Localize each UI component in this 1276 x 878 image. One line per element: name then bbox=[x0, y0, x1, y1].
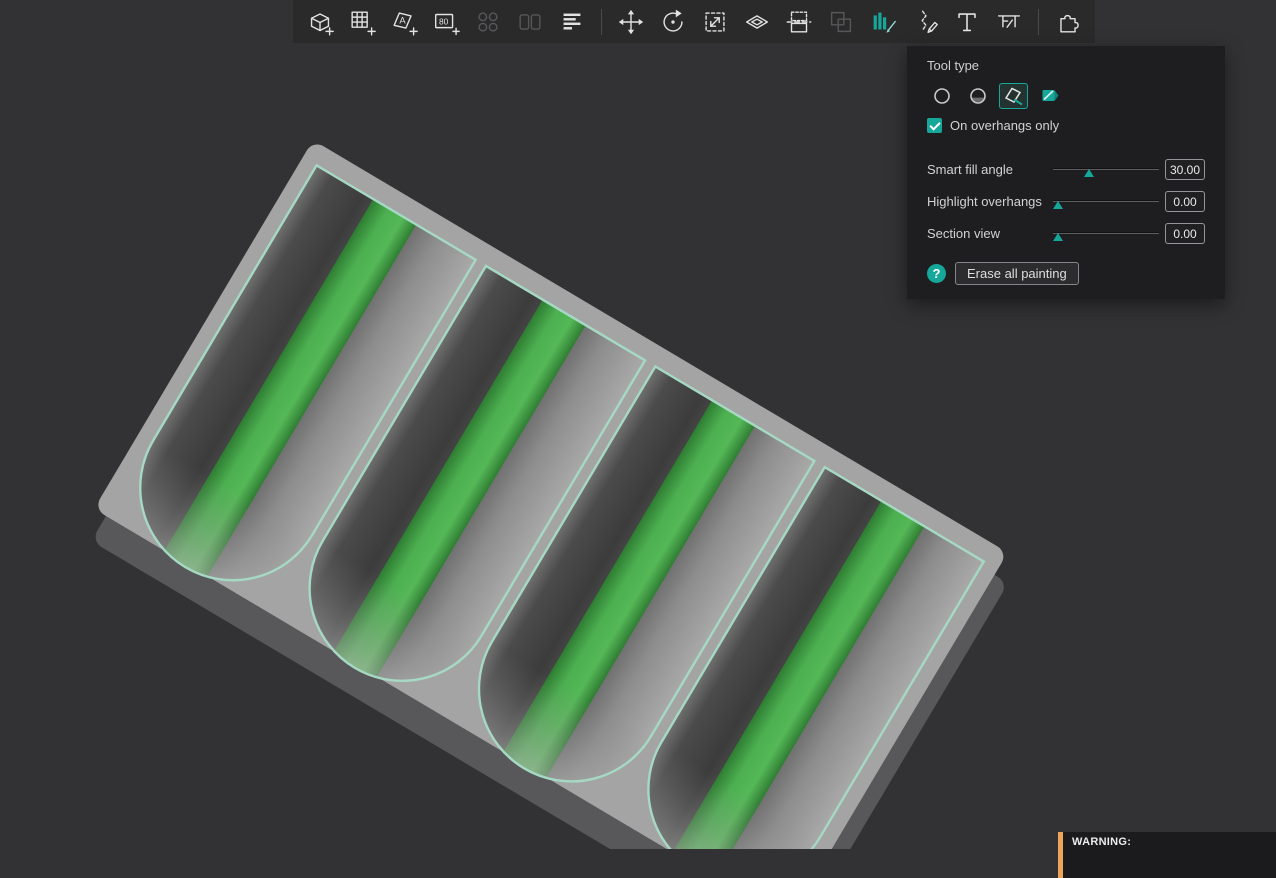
toolbar-separator bbox=[601, 8, 602, 35]
warning-toast[interactable]: WARNING: bbox=[1058, 832, 1276, 878]
model-tray bbox=[95, 144, 1004, 849]
add-image-icon: 80 bbox=[434, 13, 460, 35]
smart-fill-tool-icon bbox=[1004, 87, 1023, 106]
paint-supports-icon bbox=[873, 12, 896, 33]
seam-painting-icon bbox=[921, 10, 938, 33]
puzzle-icon bbox=[1060, 14, 1079, 33]
slider-thumb[interactable] bbox=[1053, 233, 1064, 241]
on-overhangs-only-label: On overhangs only bbox=[950, 118, 1060, 133]
split-objects-button[interactable] bbox=[513, 5, 547, 39]
paint-supports-button[interactable] bbox=[866, 5, 900, 39]
measure-button[interactable] bbox=[992, 5, 1026, 39]
highlight-overhangs-row: Highlight overhangs 0.00 bbox=[927, 191, 1205, 212]
cut-icon bbox=[786, 10, 812, 33]
rotate-icon bbox=[663, 9, 683, 32]
add-image-button[interactable]: 80 bbox=[429, 5, 463, 39]
circle-tool-button[interactable] bbox=[927, 83, 956, 109]
seam-painting-button[interactable] bbox=[908, 5, 942, 39]
place-on-face-icon bbox=[745, 14, 769, 29]
variable-layer-height-button[interactable] bbox=[555, 5, 589, 39]
section-view-label: Section view bbox=[927, 226, 1000, 241]
tool-type-label: Tool type bbox=[927, 58, 980, 73]
mirror-icon bbox=[830, 11, 852, 32]
help-button[interactable]: ? bbox=[927, 264, 946, 283]
scale-button[interactable] bbox=[698, 5, 732, 39]
measure-icon bbox=[997, 14, 1021, 28]
section-view-value[interactable]: 0.00 bbox=[1165, 223, 1205, 244]
smart-fill-angle-value[interactable]: 30.00 bbox=[1165, 159, 1205, 180]
plugins-button[interactable] bbox=[1051, 5, 1085, 39]
layers-icon bbox=[563, 13, 581, 29]
smart-fill-tool-button[interactable] bbox=[999, 83, 1028, 109]
smart-fill-angle-row: Smart fill angle 30.00 bbox=[927, 159, 1205, 180]
grid-plus-icon bbox=[351, 10, 376, 36]
warning-label: WARNING: bbox=[1072, 836, 1132, 848]
highlight-overhangs-label: Highlight overhangs bbox=[927, 194, 1042, 209]
scale-icon bbox=[705, 11, 725, 32]
add-text-button[interactable]: A bbox=[387, 5, 421, 39]
panel-footer: ? Erase all painting bbox=[927, 262, 1205, 285]
smart-fill-angle-slider[interactable] bbox=[1053, 162, 1159, 177]
paint-tool-panel: Tool type On overhangs only Smart fill a… bbox=[907, 46, 1225, 299]
highlight-overhangs-slider[interactable] bbox=[1053, 194, 1159, 209]
slider-track bbox=[1053, 200, 1159, 202]
cut-button[interactable] bbox=[782, 5, 816, 39]
sphere-tool-icon bbox=[969, 88, 986, 104]
split-icon bbox=[519, 13, 541, 30]
mirror-button[interactable] bbox=[824, 5, 858, 39]
on-overhangs-only-row[interactable]: On overhangs only bbox=[927, 118, 1205, 133]
smart-fill-angle-label: Smart fill angle bbox=[927, 162, 1013, 177]
slider-track bbox=[1053, 232, 1159, 234]
bucket-fill-tool-icon bbox=[1042, 90, 1058, 101]
top-toolbar: A 80 bbox=[293, 0, 1095, 43]
svg-text:80: 80 bbox=[439, 16, 449, 26]
svg-text:A: A bbox=[399, 15, 406, 25]
add-text-icon: A bbox=[393, 11, 418, 36]
slider-thumb[interactable] bbox=[1053, 201, 1064, 209]
sphere-tool-button[interactable] bbox=[963, 83, 992, 109]
text-tool-button[interactable] bbox=[950, 5, 984, 39]
move-button[interactable] bbox=[614, 5, 648, 39]
add-cube-icon bbox=[310, 12, 334, 36]
place-on-face-button[interactable] bbox=[740, 5, 774, 39]
move-icon bbox=[618, 9, 644, 34]
slider-thumb[interactable] bbox=[1084, 169, 1095, 177]
bucket-fill-tool-button[interactable] bbox=[1035, 83, 1064, 109]
arrange-button[interactable] bbox=[345, 5, 379, 39]
rotate-button[interactable] bbox=[656, 5, 690, 39]
add-object-button[interactable] bbox=[303, 5, 337, 39]
set-instances-button[interactable] bbox=[471, 5, 505, 39]
slider-track bbox=[1053, 168, 1159, 170]
toolbar-separator bbox=[1038, 8, 1039, 35]
text-tool-icon bbox=[958, 12, 976, 31]
circle-tool-icon bbox=[933, 88, 950, 104]
section-view-slider[interactable] bbox=[1053, 226, 1159, 241]
erase-all-painting-button[interactable]: Erase all painting bbox=[955, 262, 1079, 285]
on-overhangs-only-checkbox[interactable] bbox=[927, 118, 942, 133]
highlight-overhangs-value[interactable]: 0.00 bbox=[1165, 191, 1205, 212]
tool-type-group bbox=[927, 83, 1205, 109]
section-view-row: Section view 0.00 bbox=[927, 223, 1205, 244]
instances-icon bbox=[478, 11, 498, 32]
